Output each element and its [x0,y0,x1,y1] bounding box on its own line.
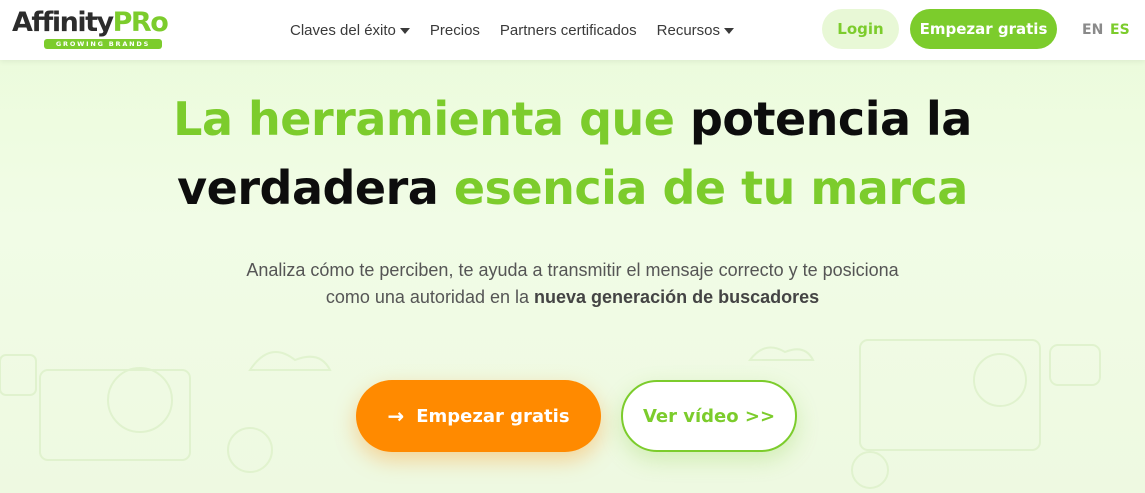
affinitypro-logo[interactable]: AffinityPRo GROWING BRANDS [12,6,187,52]
header-start-free-button[interactable]: Empezar gratis [910,9,1057,49]
hero-subtitle-line1: Analiza cómo te perciben, te ayuda a tra… [246,260,899,280]
nav-recursos[interactable]: Recursos [656,20,735,40]
language-en-link[interactable]: EN [1082,22,1103,38]
logo-text-pro: PRo [112,7,169,38]
nav-item-label: Precios [429,21,480,39]
logo-wordmark: AffinityPRo [12,6,169,40]
nav-item-label: Partners certificados [499,21,637,39]
nav-precios[interactable]: Precios [430,20,480,40]
hero-title-part2: potencia la [689,92,972,146]
watch-video-label: Ver vídeo >> [642,405,776,427]
nav-item-label: Claves del éxito [290,21,396,39]
arrow-right-icon: → [387,404,405,428]
logo-text-affinity: Affinity [12,7,114,38]
hero-subtitle: Analiza cómo te perciben, te ayuda a tra… [0,257,1145,311]
caret-down-icon [399,27,410,34]
main-nav: Claves del éxito Precios Partners certif… [290,20,754,40]
logo-tagline: GROWING BRANDS [44,39,162,49]
hero-title: La herramienta que potencia la verdadera… [0,85,1145,223]
language-es-link[interactable]: ES [1110,22,1130,38]
hero-subtitle-line2: como una autoridad en la [325,287,535,307]
login-button[interactable]: Login [822,9,899,49]
hero-title-part3: verdadera [177,161,454,215]
hero-title-part4: esencia de tu marca [453,161,968,215]
nav-partners-certificados[interactable]: Partners certificados [500,20,637,40]
start-free-button[interactable]: → Empezar gratis [356,380,601,452]
top-header: AffinityPRo GROWING BRANDS Claves del éx… [0,0,1145,60]
nav-item-label: Recursos [656,21,721,39]
watch-video-button[interactable]: Ver vídeo >> [621,380,797,452]
caret-down-icon [724,27,735,34]
hero-title-part1: La herramienta que [173,92,690,146]
start-free-label: Empezar gratis [416,405,570,427]
hero-subtitle-bold: nueva generación de buscadores [534,287,820,307]
nav-claves-del-exito[interactable]: Claves del éxito [290,20,410,40]
